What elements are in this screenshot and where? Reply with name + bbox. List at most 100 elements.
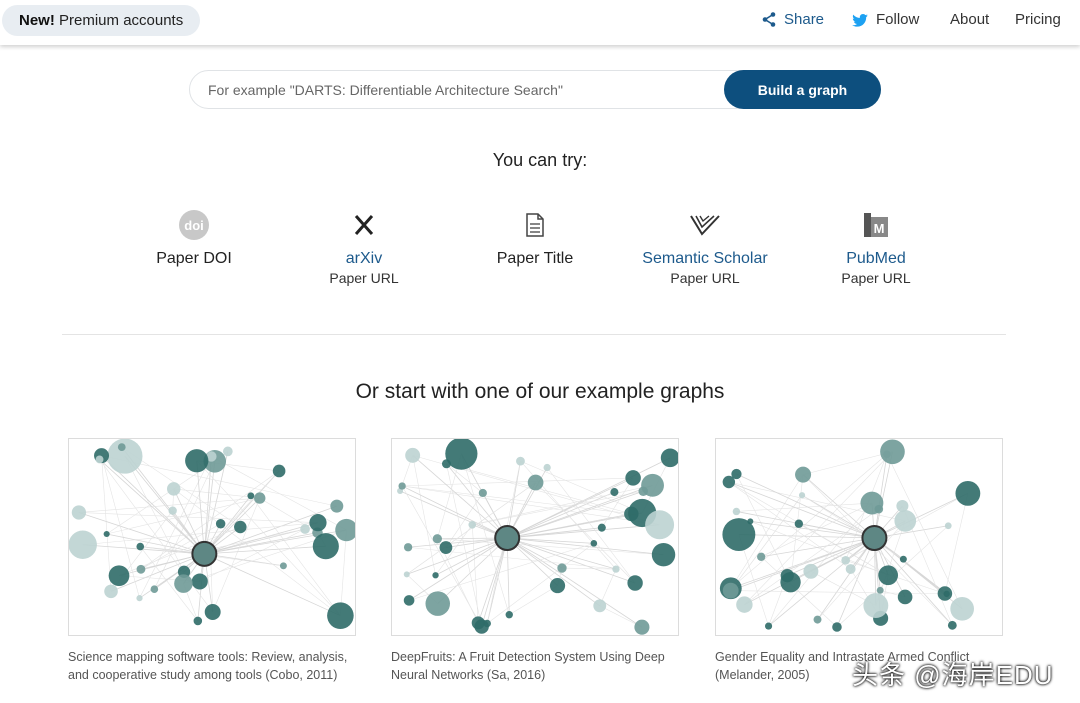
graph-node — [254, 492, 266, 504]
document-icon — [526, 213, 544, 237]
graph-origin-node — [861, 525, 888, 551]
graph-node — [764, 622, 773, 630]
graph-node — [439, 541, 453, 554]
graph-node — [645, 510, 675, 540]
graph-node — [894, 510, 917, 532]
example-graph-card-0[interactable]: Science mapping software tools: Review, … — [68, 438, 356, 684]
watermark-text: 头条 @海岸EDU — [852, 660, 1054, 690]
graph-node — [897, 589, 913, 605]
graph-node — [335, 518, 355, 542]
graph-node — [222, 446, 233, 457]
graph-node — [468, 520, 477, 529]
pubmed-icon: M — [864, 213, 888, 237]
source-label: PubMed — [846, 250, 906, 267]
promo-text: Premium accounts — [59, 12, 184, 29]
graph-node — [641, 473, 664, 497]
graph-node — [874, 504, 884, 514]
build-graph-button[interactable]: Build a graph — [724, 70, 881, 109]
source-label: Paper Title — [496, 250, 574, 267]
graph-node — [876, 586, 884, 594]
graph-node — [841, 555, 851, 565]
doi-icon: doi — [179, 210, 209, 240]
share-button[interactable]: Share — [762, 11, 824, 29]
twitter-icon — [852, 14, 868, 27]
follow-button[interactable]: Follow — [852, 11, 919, 29]
graph-node — [215, 518, 226, 529]
graph-node — [104, 584, 118, 599]
graph-node — [483, 619, 491, 628]
graph-origin-node — [494, 525, 521, 551]
graph-node — [627, 575, 643, 591]
graph-node — [168, 506, 177, 515]
graph-node — [107, 439, 143, 474]
graph-node — [403, 571, 410, 578]
source-pubmed[interactable]: M PubMed Paper URL — [791, 208, 961, 286]
graph-node — [757, 552, 766, 561]
graph-node — [95, 455, 104, 464]
graph-node — [279, 562, 287, 570]
graph-node — [117, 443, 126, 452]
graph-thumbnail — [715, 438, 1003, 636]
share-icon — [762, 12, 776, 27]
graph-node — [136, 595, 143, 602]
graph-node — [736, 596, 753, 613]
graph-node — [896, 500, 909, 513]
graph-node — [234, 520, 247, 534]
graph-node — [272, 464, 286, 478]
graph-node — [103, 530, 110, 538]
source-label: Paper DOI — [156, 250, 232, 267]
graph-node — [527, 474, 544, 491]
graph-node — [634, 619, 650, 635]
graph-node — [863, 593, 889, 618]
source-doi[interactable]: doi Paper DOI — [109, 208, 279, 268]
graph-node — [947, 620, 957, 630]
graph-node — [549, 577, 566, 594]
graph-node — [813, 615, 822, 624]
follow-label: Follow — [876, 11, 920, 28]
graph-node — [330, 499, 344, 513]
about-link[interactable]: About — [950, 11, 989, 29]
graph-node — [185, 449, 209, 473]
premium-accounts-link[interactable]: New! Premium accounts — [2, 5, 201, 36]
graph-node — [590, 540, 598, 547]
graph-node — [405, 447, 421, 463]
graph-node — [327, 602, 354, 629]
svg-text:doi: doi — [184, 218, 204, 233]
graph-node — [780, 568, 794, 583]
source-sublabel: Paper URL — [841, 270, 911, 286]
graph-node — [432, 572, 439, 579]
graph-node — [432, 534, 443, 544]
source-semantic-scholar[interactable]: Semantic Scholar Paper URL — [620, 208, 790, 286]
graph-node — [543, 463, 551, 472]
top-nav-bar: New! Premium accounts Share Follow About… — [0, 0, 1080, 45]
graph-node — [832, 622, 842, 632]
graph-node — [625, 470, 641, 486]
example-caption: DeepFruits: A Fruit Detection System Usi… — [391, 650, 665, 682]
example-caption: Science mapping software tools: Review, … — [68, 650, 348, 682]
graph-node — [798, 492, 806, 499]
example-graph-card-2[interactable]: Gender Equality and Intrastate Armed Con… — [715, 438, 1003, 684]
graph-node — [937, 586, 953, 601]
source-paper-title[interactable]: Paper Title — [450, 208, 620, 268]
graph-node — [610, 488, 619, 497]
source-sublabel: Paper URL — [670, 270, 740, 286]
graph-node — [880, 439, 905, 465]
graph-node — [597, 523, 606, 532]
search-input[interactable] — [208, 71, 720, 108]
graph-node — [944, 522, 952, 530]
graph-node — [732, 507, 741, 516]
graph-node — [193, 616, 203, 626]
graph-node — [136, 542, 145, 551]
graph-node — [731, 468, 742, 480]
example-graph-card-1[interactable]: DeepFruits: A Fruit Detection System Usi… — [391, 438, 679, 684]
graph-node — [651, 542, 676, 567]
graph-node — [71, 505, 87, 520]
graph-node — [403, 595, 415, 606]
pricing-link[interactable]: Pricing — [1015, 11, 1061, 29]
graph-node — [445, 439, 478, 470]
graph-node — [660, 448, 678, 468]
graph-node — [309, 514, 327, 532]
graph-node — [516, 456, 525, 466]
source-arxiv[interactable]: arXiv Paper URL — [279, 208, 449, 286]
graph-node — [624, 506, 639, 522]
